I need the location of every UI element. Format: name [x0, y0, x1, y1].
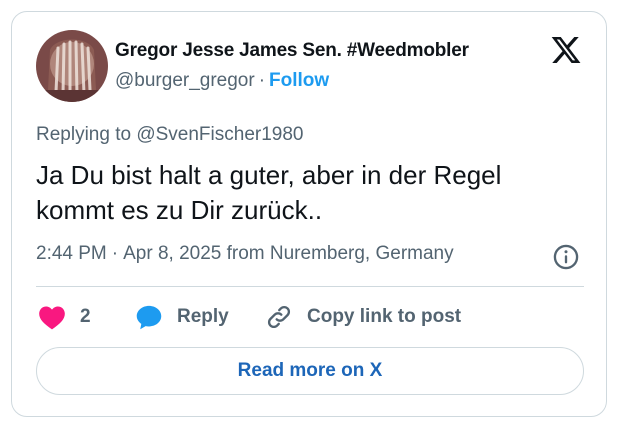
post-meta: 2:44 PM · Apr 8, 2025 from Nuremberg, Germ… [36, 243, 454, 265]
author-handle[interactable]: @burger_gregor [115, 70, 255, 91]
link-icon [267, 305, 291, 329]
embedded-post-card: Gregor Jesse James Sen. #Weedmobler @bur… [11, 11, 607, 417]
copy-link-label: Copy link to post [307, 306, 462, 327]
like-count: 2 [80, 306, 91, 327]
heart-icon [39, 306, 65, 330]
post-date-location[interactable]: Apr 8, 2025 from Nuremberg, Germany [123, 243, 454, 264]
copy-link-button[interactable]: Copy link to post [265, 302, 461, 332]
speech-bubble-icon [136, 305, 162, 330]
replying-to-label[interactable]: Replying to @SvenFischer1980 [36, 124, 303, 146]
author-handle-row: @burger_gregor · Follow [115, 70, 329, 92]
reply-label: Reply [177, 306, 229, 327]
follow-button[interactable]: Follow [269, 70, 329, 91]
reply-button[interactable]: Reply [135, 302, 229, 332]
divider [36, 286, 584, 287]
avatar[interactable] [36, 30, 108, 102]
info-icon[interactable] [552, 243, 580, 271]
x-logo-icon[interactable] [550, 34, 582, 66]
post-time[interactable]: 2:44 PM [36, 243, 107, 264]
post-text: Ja Du bist halt a guter, aber in der Reg… [36, 160, 502, 225]
meta-separator: · [111, 243, 119, 264]
read-more-button[interactable]: Read more on X [36, 347, 584, 395]
author-display-name[interactable]: Gregor Jesse James Sen. #Weedmobler [115, 40, 469, 62]
handle-separator: · [258, 70, 266, 91]
like-button[interactable]: 2 [38, 302, 91, 332]
